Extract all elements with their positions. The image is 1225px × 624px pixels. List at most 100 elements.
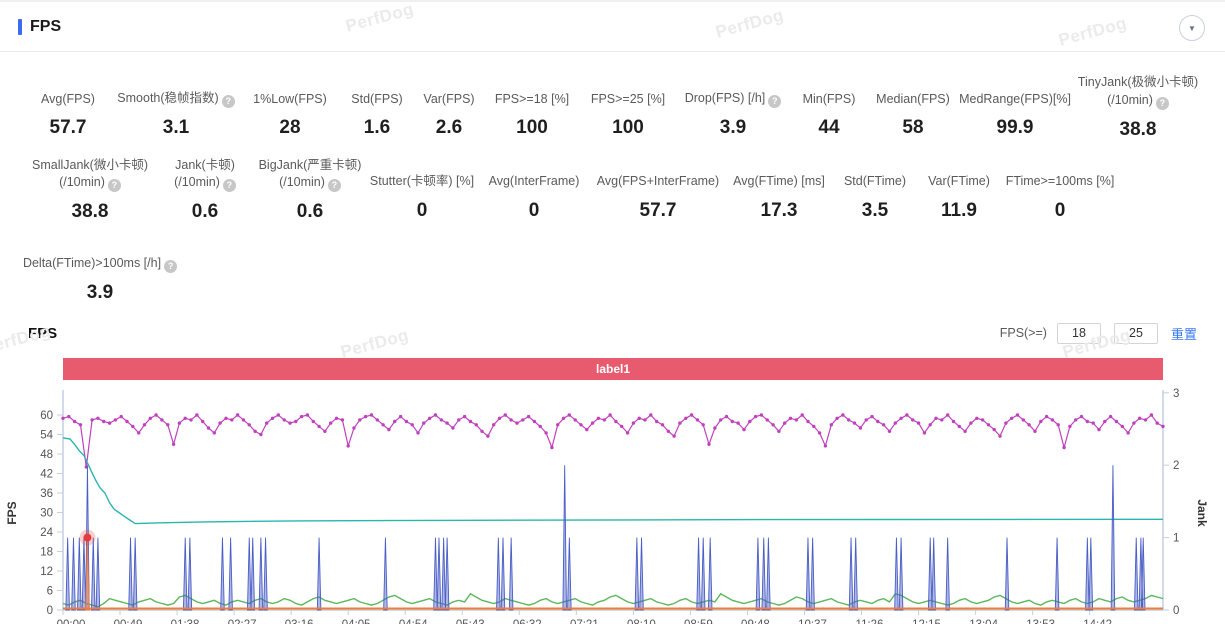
label-banner[interactable]: label1	[63, 358, 1163, 380]
series-jank-spike	[762, 538, 766, 610]
series-fps-dot	[265, 421, 268, 424]
help-icon[interactable]: ?	[1156, 97, 1169, 110]
series-fps-dot	[1016, 413, 1019, 416]
series-fps-dot	[876, 420, 879, 423]
metric-label: Drop(FPS) [/h]?	[679, 74, 787, 108]
fps-threshold-input-high[interactable]	[1114, 323, 1158, 344]
series-fps-dot	[288, 421, 291, 424]
series-fps-dot	[748, 420, 751, 423]
metric-label: Stutter(卡顿率) [%]	[369, 157, 475, 191]
metric: 1%Low(FPS)28	[240, 74, 340, 139]
metric-label: Median(FPS)	[871, 74, 955, 108]
series-fps-dot	[713, 426, 716, 429]
x-tick-label: 03:16	[285, 619, 314, 624]
series-fps-dot	[1121, 425, 1124, 428]
series-fps-dot	[79, 423, 82, 426]
metric-label: Avg(FPS+InterFrame)	[593, 157, 723, 191]
series-jank-spike	[66, 538, 70, 610]
series-fps-dot	[1086, 420, 1089, 423]
metric-label-line: Avg(FPS+InterFrame)	[597, 173, 719, 191]
series-fps-dot	[736, 421, 739, 424]
y-right-tick-label: 0	[1173, 605, 1179, 617]
series-fps-dot	[806, 420, 809, 423]
series-jank-spike	[251, 538, 255, 610]
collapse-button[interactable]: ▼	[1179, 15, 1205, 41]
series-fps-dot	[544, 431, 547, 434]
series-fps-dot	[830, 423, 833, 426]
series-fps-dot	[1138, 417, 1141, 420]
metric-label: Std(FTime)	[835, 157, 915, 191]
series-jank-spike	[1111, 465, 1115, 610]
metric-value: 100	[487, 117, 577, 139]
series-fps-dot	[451, 426, 454, 429]
series-fps-dot	[90, 418, 93, 421]
series-fps-dot	[702, 423, 705, 426]
series-fps-dot	[498, 417, 501, 420]
panel-title: FPS	[30, 18, 61, 36]
metric-value: 3.1	[115, 117, 237, 139]
series-fps-dot	[323, 430, 326, 433]
y-left-tick-label: 48	[40, 449, 53, 461]
help-icon[interactable]: ?	[108, 179, 121, 192]
chart-section-title: FPS	[28, 325, 57, 342]
series-fps-dot	[591, 421, 594, 424]
reset-link[interactable]: 重置	[1171, 324, 1197, 343]
series-jank-spike	[437, 538, 441, 610]
metric-label: FPS>=18 [%]	[487, 74, 577, 108]
series-jank-spike	[701, 538, 705, 610]
series-fps-dot	[166, 423, 169, 426]
series-fps-dot	[131, 425, 134, 428]
help-icon[interactable]: ?	[768, 95, 781, 108]
metric: FPS>=18 [%] 100	[484, 74, 580, 139]
series-fps-dot	[271, 417, 274, 420]
series-fps-dot	[259, 433, 262, 436]
metric-value: 2.6	[417, 117, 481, 139]
stat-row: SmallJank(微小卡顿)(/10min)?38.8Jank(卡顿)(/10…	[24, 157, 1225, 224]
metric-label-line: Std(FTime)	[844, 173, 906, 191]
help-icon[interactable]: ?	[328, 179, 341, 192]
series-fps-dot	[352, 426, 355, 429]
fps-threshold-input-low[interactable]	[1057, 323, 1101, 344]
series-fps-dot	[457, 418, 460, 421]
help-icon[interactable]: ?	[164, 260, 177, 273]
series-fps-dot	[277, 413, 280, 416]
chevron-down-icon: ▼	[1188, 24, 1196, 33]
series-fps-dot	[847, 418, 850, 421]
help-icon[interactable]: ?	[222, 95, 235, 108]
series-fps-dot	[434, 413, 437, 416]
series-fps-dot	[643, 418, 646, 421]
metric-label-line: Avg(InterFrame)	[489, 173, 580, 191]
fps-chart-svg[interactable]: 06121824303642485460012300:0000:4901:380…	[0, 386, 1225, 624]
metric: FPS>=25 [%]100	[580, 74, 676, 139]
metric-label-line: (/10min)?	[59, 174, 121, 192]
x-tick-label: 00:49	[114, 619, 143, 624]
series-jank-spike	[1055, 538, 1059, 610]
series-fps-dot	[719, 418, 722, 421]
metric-label-line: BigJank(严重卡顿)	[259, 157, 362, 175]
series-jank-spike	[497, 538, 501, 610]
help-icon[interactable]: ?	[223, 179, 236, 192]
series-fps-dot	[172, 443, 175, 446]
series-jank-spike	[188, 538, 192, 610]
series-jank-spike	[264, 538, 268, 610]
metric: SmallJank(微小卡顿)(/10min)?38.8	[24, 157, 156, 224]
metric: Median(FPS)58	[868, 74, 958, 139]
metric-label: Var(FPS)	[417, 74, 481, 108]
metric-value: 0	[1003, 200, 1117, 222]
series-fps-dot	[207, 426, 210, 429]
series-fps-dot	[603, 418, 606, 421]
series-jank-spike	[72, 538, 76, 610]
series-fps-dot	[975, 417, 978, 420]
metric-label-line: Delta(FTime)>100ms [/h]?	[23, 255, 177, 273]
series-fps-dot	[504, 413, 507, 416]
series-fps-dot	[923, 431, 926, 434]
series-fps-dot	[760, 413, 763, 416]
metric-label-line: TinyJank(极微小卡顿)	[1078, 74, 1198, 92]
series-fps-dot	[422, 421, 425, 424]
x-tick-label: 07:21	[570, 619, 599, 624]
series-jank-spike	[259, 538, 263, 610]
series-fps-dot	[184, 417, 187, 420]
series-fps-dot	[795, 418, 798, 421]
series-jank-spike	[229, 538, 233, 610]
series-fps-dot	[67, 415, 70, 418]
